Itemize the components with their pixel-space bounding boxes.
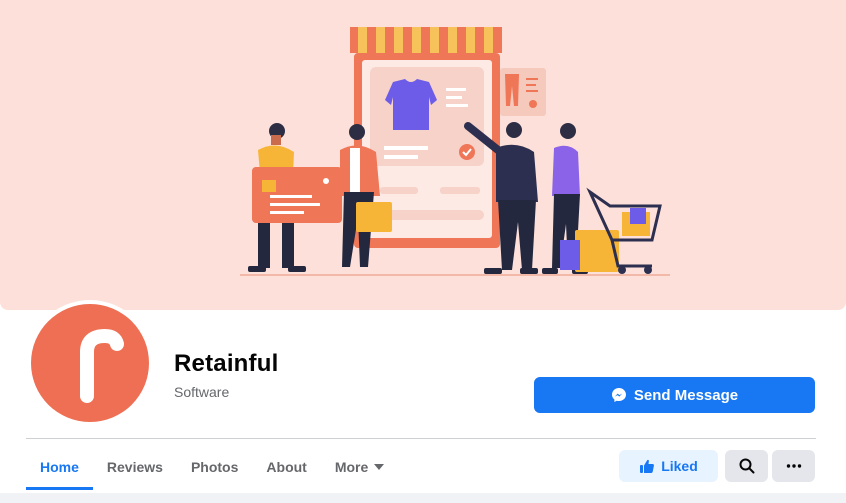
tab-home[interactable]: Home: [26, 444, 93, 490]
tab-label: Reviews: [106, 458, 163, 475]
ellipsis-icon: [786, 464, 801, 468]
search-button[interactable]: [725, 450, 768, 482]
cover-illustration: [240, 27, 670, 276]
thumbs-up-icon: [640, 459, 655, 473]
tab-photos[interactable]: Photos: [177, 444, 252, 489]
page-background-strip: [0, 493, 846, 503]
liked-button[interactable]: Liked: [619, 450, 718, 482]
divider: [26, 438, 816, 439]
caret-down-icon: [374, 463, 385, 470]
tab-label: Photos: [190, 458, 239, 475]
tab-label: About: [266, 458, 307, 475]
page-tabs: Home Reviews Photos About More: [26, 444, 398, 492]
page-title: Retainful: [174, 350, 279, 377]
search-icon: [739, 458, 754, 474]
tab-reviews[interactable]: Reviews: [93, 444, 177, 489]
profile-picture[interactable]: [27, 300, 153, 426]
liked-label: Liked: [661, 458, 698, 474]
tab-more[interactable]: More: [321, 444, 398, 489]
send-message-button[interactable]: Send Message: [534, 377, 815, 413]
tab-label: Home: [40, 458, 79, 475]
avatar: [31, 304, 149, 422]
messenger-icon: [611, 388, 626, 402]
page-category[interactable]: Software: [174, 384, 229, 400]
cover-photo[interactable]: [0, 0, 846, 310]
tab-about[interactable]: About: [252, 444, 320, 489]
more-options-button[interactable]: [772, 450, 815, 482]
send-message-label: Send Message: [633, 386, 739, 404]
retainful-logo-icon: [80, 328, 124, 403]
tab-label: More: [334, 458, 369, 475]
